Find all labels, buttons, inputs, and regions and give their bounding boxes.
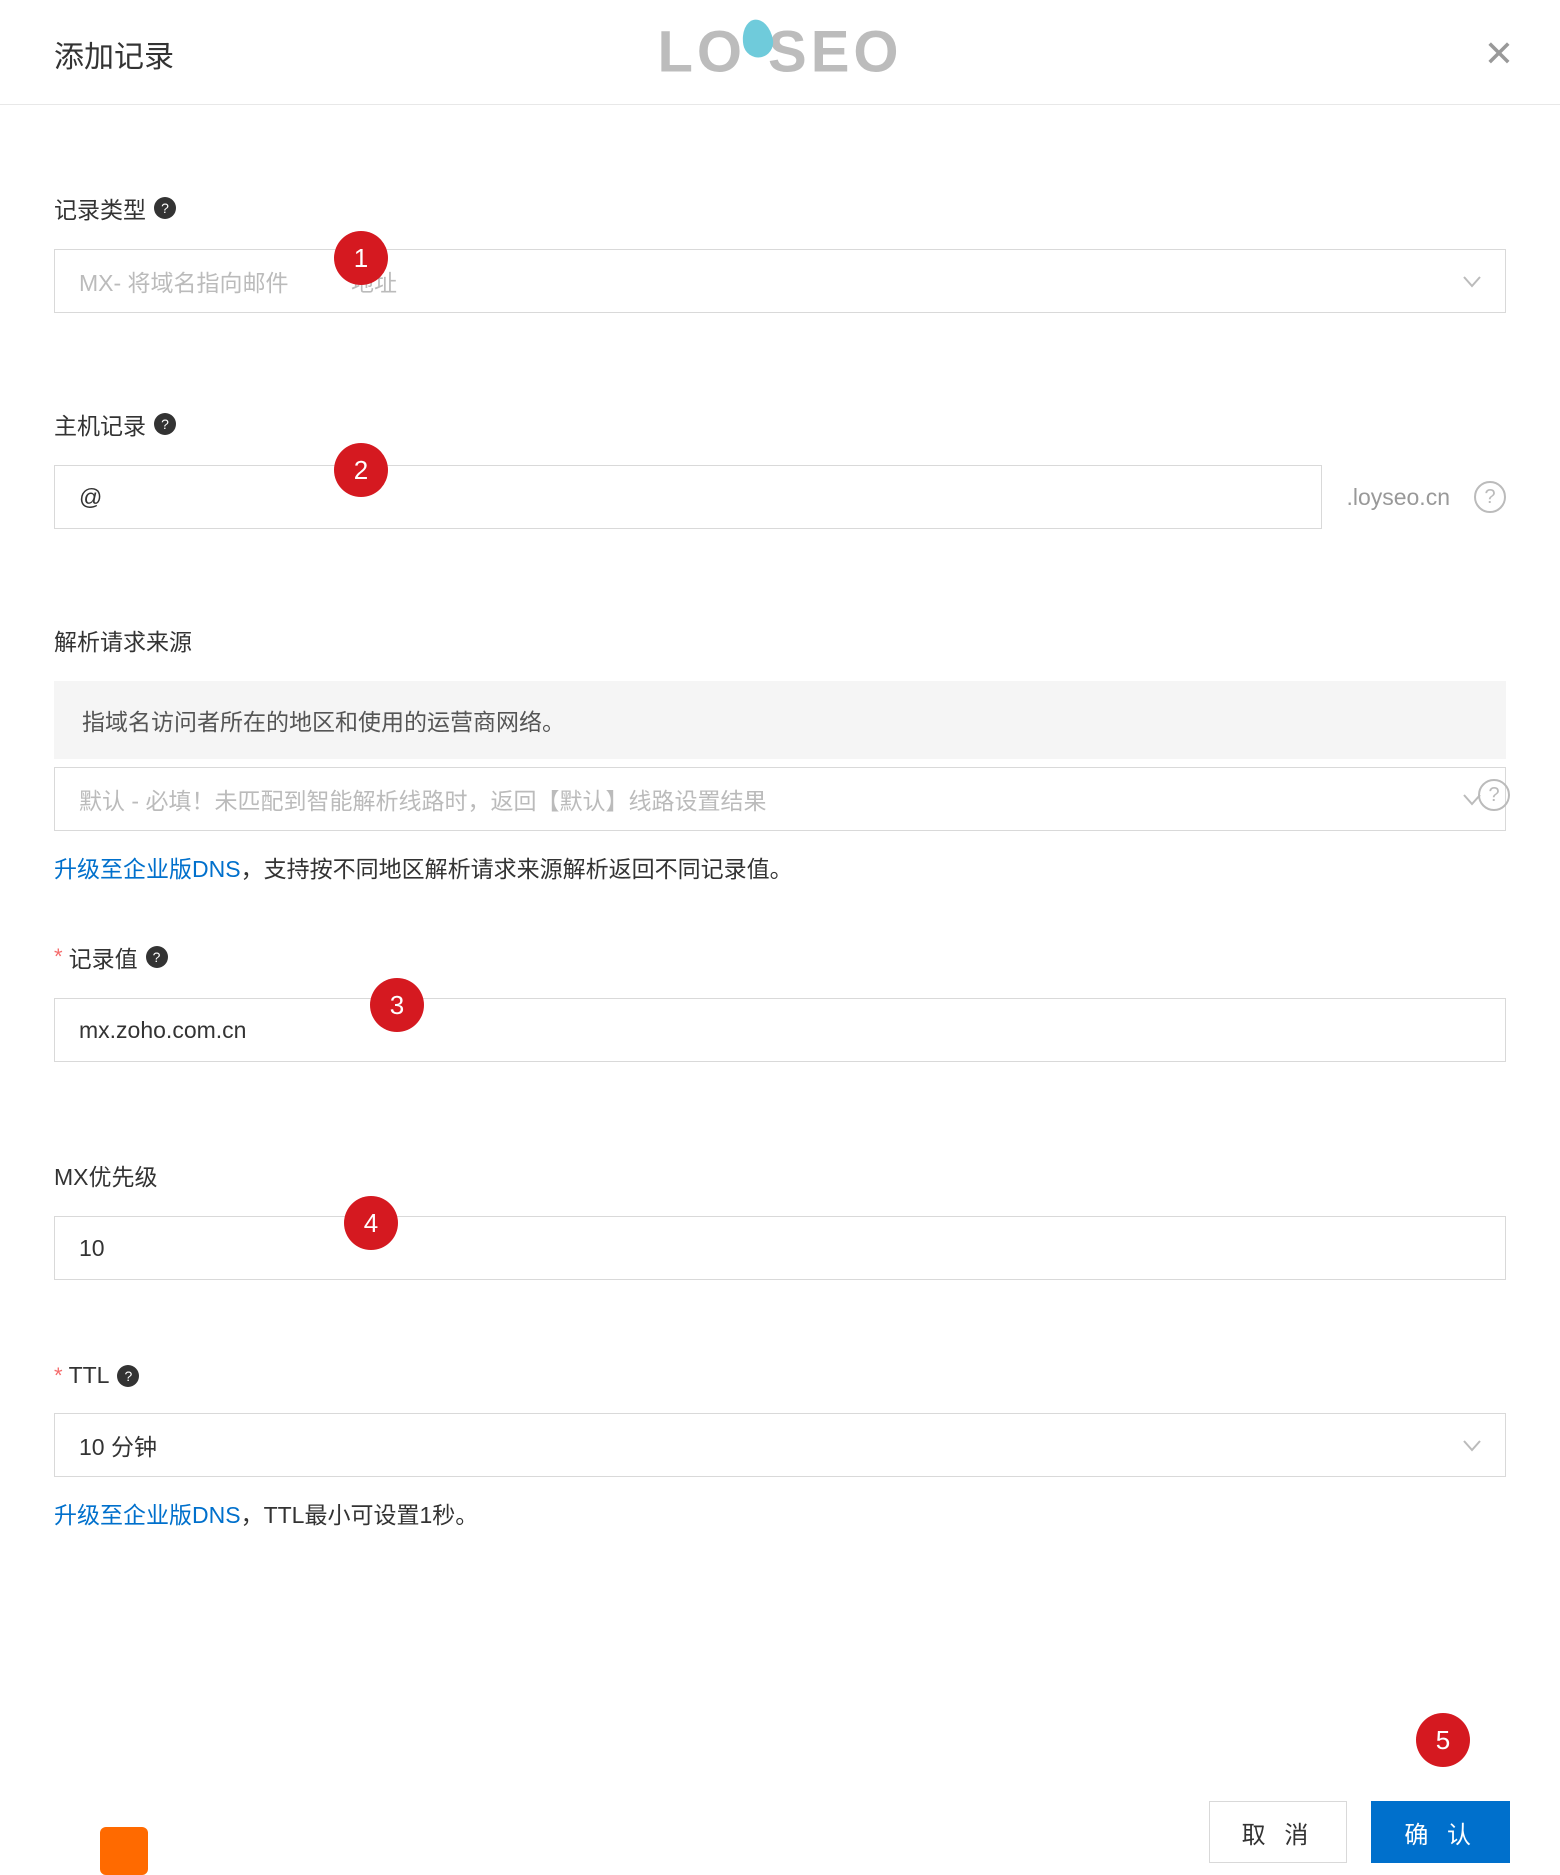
footer-brand [100,1827,148,1875]
field-record-type: 1 记录类型 ? MX- 将域名指向邮件 地址 [54,191,1506,313]
source-select[interactable]: 默认 - 必填！未匹配到智能解析线路时，返回【默认】线路设置结果 [54,767,1506,831]
upgrade-dns-link-2[interactable]: 升级至企业版DNS [54,1502,241,1528]
ttl-hint-rest: ，TTL最小可设置1秒。 [241,1502,479,1528]
chevron-down-icon [1463,1432,1481,1458]
logo-text-left: LO [657,19,746,86]
source-hint-rest: ，支持按不同地区解析请求来源解析返回不同记录值。 [241,856,793,882]
host-label: 主机记录 [54,407,146,441]
help-icon[interactable]: ? [117,1365,139,1387]
source-hint: 升级至企业版DNS，支持按不同地区解析请求来源解析返回不同记录值。 [54,849,1506,890]
ttl-select[interactable]: 10 分钟 [54,1413,1506,1477]
source-info-box: 指域名访问者所在的地区和使用的运营商网络。 ? [54,681,1506,759]
mx-priority-input[interactable] [54,1216,1506,1280]
help-circle-icon[interactable]: ? [1478,779,1510,811]
logo-text-right: SEO [768,19,903,86]
help-icon[interactable]: ? [146,946,168,968]
annotation-marker-5: 5 [1416,1713,1470,1767]
help-icon[interactable]: ? [154,197,176,219]
record-value-field[interactable] [79,1017,1481,1044]
domain-suffix: .loyseo.cn [1346,484,1450,511]
mx-priority-label: MX优先级 [54,1158,158,1192]
form: 1 记录类型 ? MX- 将域名指向邮件 地址 2 主机记录 ? [54,105,1506,1537]
field-source: 解析请求来源 指域名访问者所在的地区和使用的运营商网络。 ? 默认 - 必填！未… [54,623,1506,890]
required-asterisk: * [54,944,63,970]
chevron-down-icon [1463,268,1481,294]
annotation-marker-2: 2 [334,443,388,497]
help-icon[interactable]: ? [154,413,176,435]
field-host: 2 主机记录 ? .loyseo.cn ? [54,407,1506,529]
page-title: 添加记录 [54,32,174,76]
help-circle-icon[interactable]: ? [1474,481,1506,513]
host-input[interactable] [54,465,1322,529]
watermark-logo: LO SEO [657,19,902,86]
ttl-hint: 升级至企业版DNS，TTL最小可设置1秒。 [54,1495,1506,1536]
ttl-value: 10 分钟 [79,1428,157,1462]
mx-priority-field[interactable] [79,1235,1481,1262]
brand-icon [100,1827,148,1875]
required-asterisk: * [54,1363,63,1389]
source-placeholder: 默认 - 必填！未匹配到智能解析线路时，返回【默认】线路设置结果 [79,782,766,816]
cancel-button[interactable]: 取 消 [1209,1801,1348,1863]
annotation-marker-3: 3 [370,978,424,1032]
dialog-footer: 取 消 确 认 [1209,1801,1510,1863]
field-ttl: * TTL ? 10 分钟 升级至企业版DNS，TTL最小可设置1秒。 [54,1362,1506,1536]
annotation-marker-4: 4 [344,1196,398,1250]
field-mx-priority: 4 MX优先级 [54,1158,1506,1280]
record-value-input[interactable] [54,998,1506,1062]
source-label: 解析请求来源 [54,623,192,657]
record-type-select[interactable]: MX- 将域名指向邮件 地址 [54,249,1506,313]
annotation-marker-1: 1 [334,231,388,285]
ttl-label: TTL [69,1362,110,1389]
host-input-field[interactable] [79,484,1297,511]
field-record-value: 3 * 记录值 ? [54,940,1506,1062]
dialog-header: 添加记录 LO SEO ✕ [0,0,1560,105]
record-type-label: 记录类型 [54,191,146,225]
source-info-text: 指域名访问者所在的地区和使用的运营商网络。 [82,703,565,737]
upgrade-dns-link[interactable]: 升级至企业版DNS [54,856,241,882]
confirm-button[interactable]: 确 认 [1371,1801,1510,1863]
close-icon[interactable]: ✕ [1484,36,1514,72]
select-placeholder-a: MX- 将域名指向邮件 [79,270,289,296]
record-value-label: 记录值 [69,940,138,974]
